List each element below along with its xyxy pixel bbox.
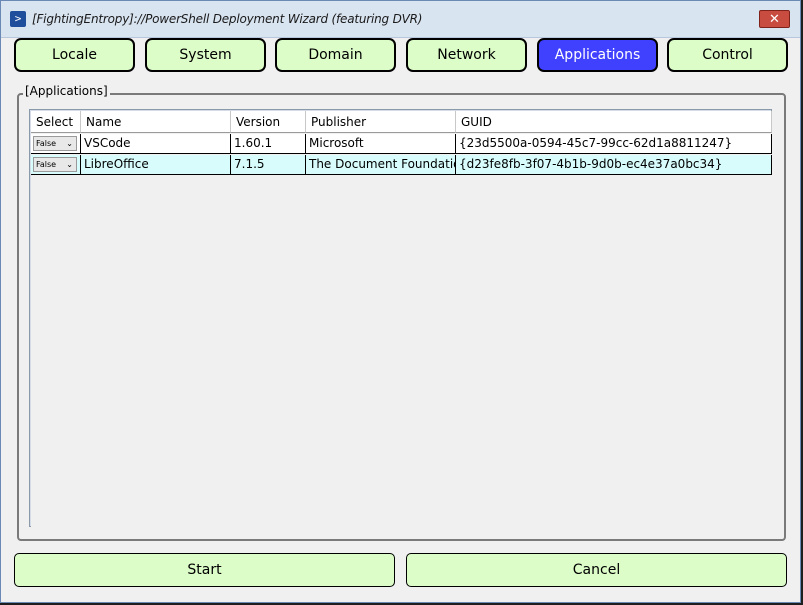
chevron-down-icon: ⌄ (66, 139, 73, 148)
tab-system[interactable]: System (145, 38, 266, 72)
column-header-select[interactable]: Select (31, 111, 81, 133)
tab-locale[interactable]: Locale (14, 38, 135, 72)
select-dropdown[interactable]: False ⌄ (33, 157, 77, 172)
cancel-button[interactable]: Cancel (406, 553, 787, 587)
publisher-cell: The Document Foundatior (306, 155, 456, 174)
tab-control[interactable]: Control (667, 38, 788, 72)
column-header-guid[interactable]: GUID (456, 111, 772, 133)
column-header-name[interactable]: Name (81, 111, 231, 133)
column-header-version[interactable]: Version (231, 111, 306, 133)
table-row[interactable]: False ⌄ LibreOffice 7.1.5 The Document F… (31, 155, 772, 175)
name-cell: LibreOffice (81, 155, 231, 174)
chevron-down-icon: ⌄ (66, 160, 73, 169)
wizard-window: > [FightingEntropy]://PowerShell Deploym… (0, 0, 801, 603)
version-cell: 1.60.1 (231, 134, 306, 153)
guid-cell: {d23fe8fb-3f07-4b1b-9d0b-ec4e37a0bc34} (456, 155, 772, 174)
select-cell: False ⌄ (31, 134, 81, 153)
name-cell: VSCode (81, 134, 231, 153)
tab-domain[interactable]: Domain (275, 38, 396, 72)
select-cell: False ⌄ (31, 155, 81, 174)
column-header-publisher[interactable]: Publisher (306, 111, 456, 133)
tab-network[interactable]: Network (406, 38, 527, 72)
start-button[interactable]: Start (14, 553, 395, 587)
applications-group-label: [Applications] (23, 84, 110, 98)
table-row[interactable]: False ⌄ VSCode 1.60.1 Microsoft {23d5500… (31, 134, 772, 154)
title-bar[interactable]: > [FightingEntropy]://PowerShell Deploym… (1, 1, 800, 38)
close-button[interactable]: ✕ (759, 10, 790, 28)
applications-grid[interactable]: Select Name Version Publisher GUID False… (31, 111, 772, 527)
window-title: [FightingEntropy]://PowerShell Deploymen… (32, 12, 423, 26)
tab-applications[interactable]: Applications (537, 38, 658, 72)
powershell-icon: > (10, 11, 26, 27)
select-dropdown[interactable]: False ⌄ (33, 136, 77, 151)
publisher-cell: Microsoft (306, 134, 456, 153)
guid-cell: {23d5500a-0594-45c7-99cc-62d1a8811247} (456, 134, 772, 153)
version-cell: 7.1.5 (231, 155, 306, 174)
select-value: False (36, 139, 57, 148)
select-value: False (36, 160, 57, 169)
